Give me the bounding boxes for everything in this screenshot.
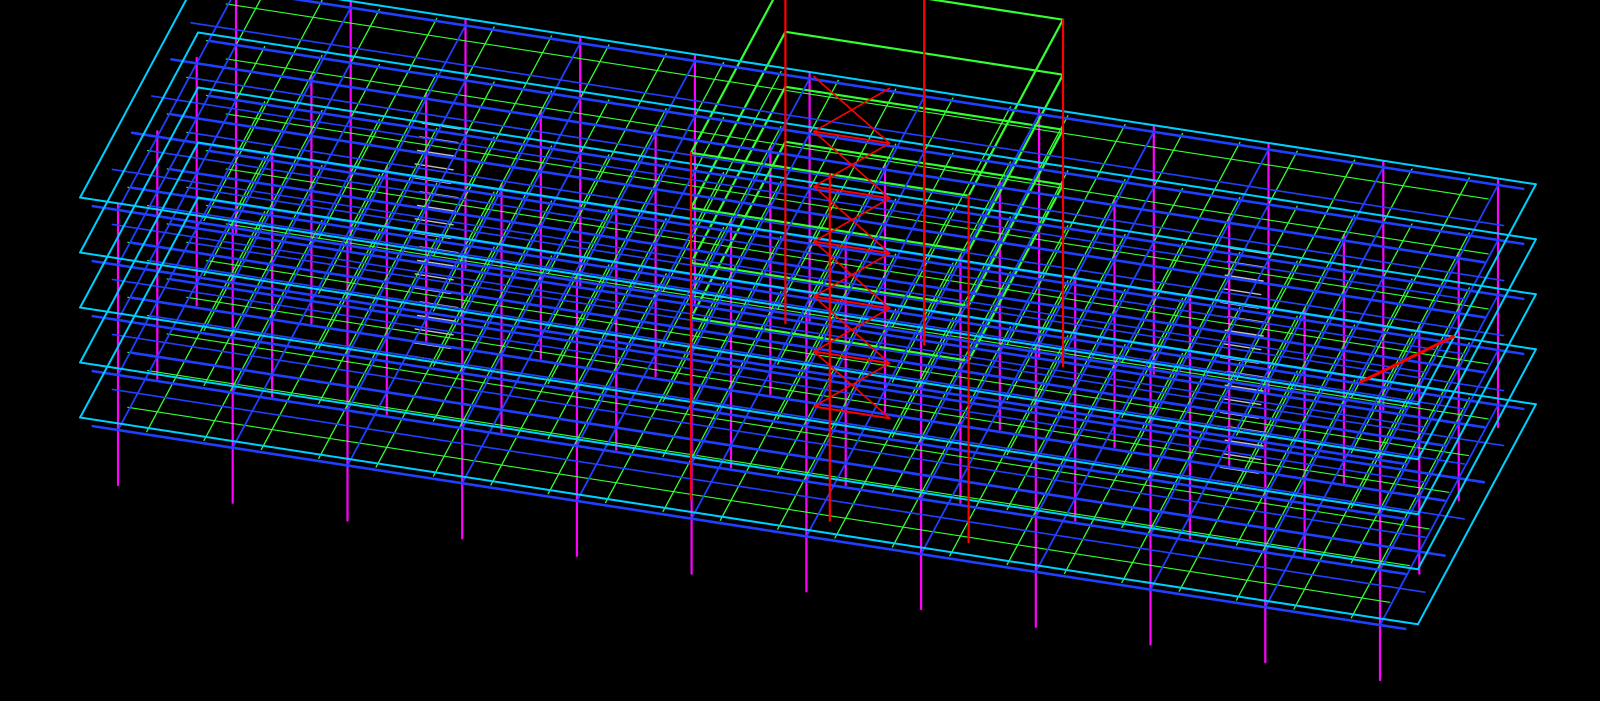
primary-beam bbox=[91, 424, 1407, 631]
primary-beam bbox=[209, 39, 1525, 246]
edge-member bbox=[79, 0, 188, 199]
secondary-beams-layer bbox=[127, 0, 1489, 619]
edge-member bbox=[197, 31, 1537, 241]
secondary-beam bbox=[205, 260, 1470, 457]
3d-model-viewport[interactable] bbox=[0, 0, 1600, 701]
structural-wireframe-model[interactable] bbox=[0, 0, 1600, 701]
edge-member bbox=[197, 86, 1537, 296]
core-beam bbox=[689, 0, 775, 154]
primary-beam bbox=[91, 369, 1407, 576]
primary-beam bbox=[117, 0, 232, 211]
primary-beam bbox=[292, 0, 1525, 191]
